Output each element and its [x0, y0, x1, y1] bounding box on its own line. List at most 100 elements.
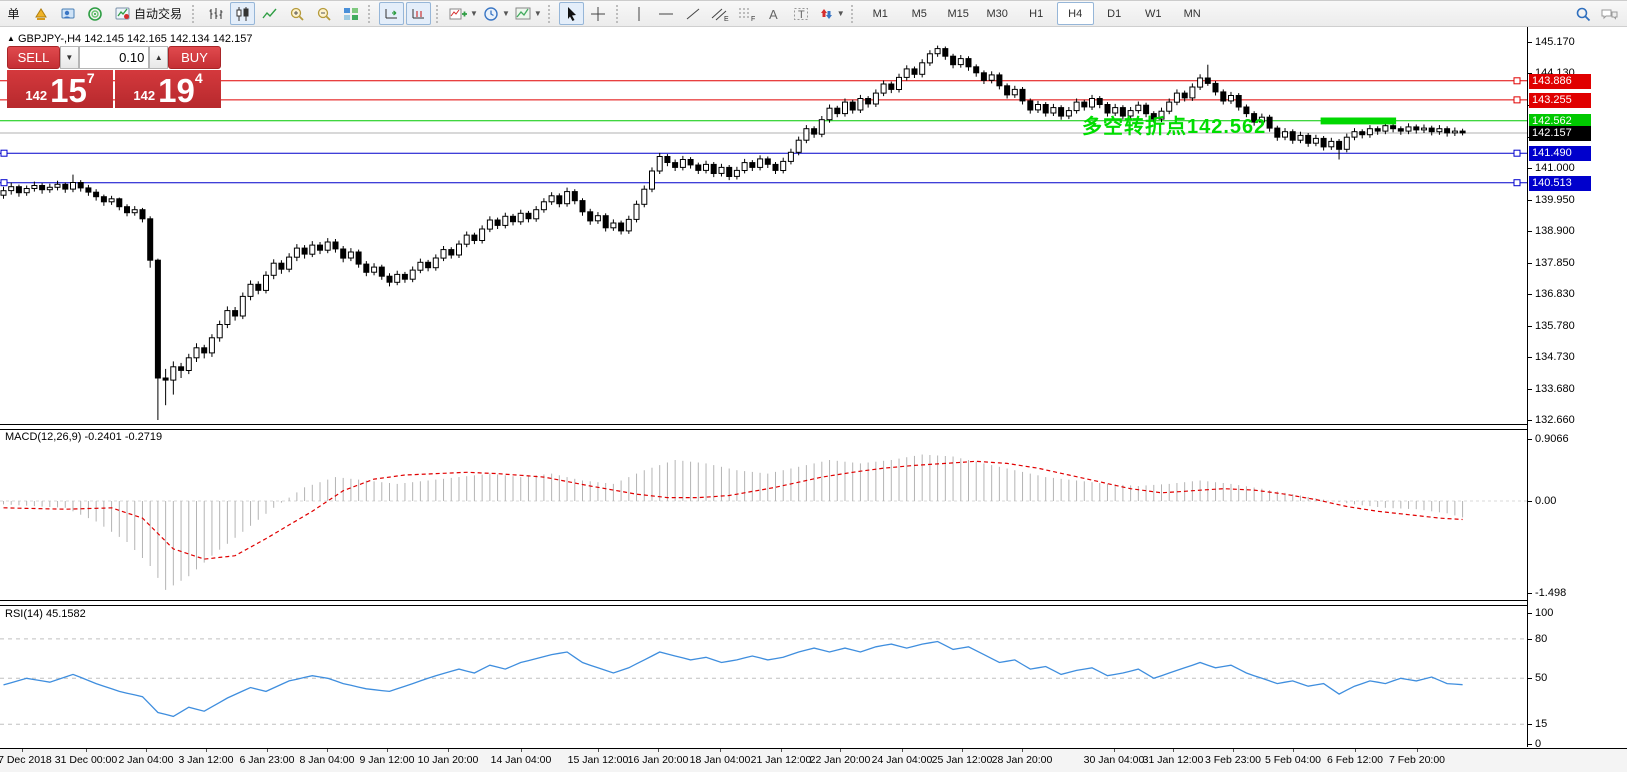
time-tick-mark	[1022, 749, 1023, 752]
panel-divider[interactable]	[0, 424, 1527, 430]
time-tick-mark	[902, 749, 903, 752]
time-tick-label: 8 Jan 04:00	[300, 754, 355, 766]
time-tick-label: 18 Jan 04:00	[690, 754, 751, 766]
main-chart-canvas[interactable]	[0, 27, 1527, 424]
fibonacci-icon[interactable]: F	[735, 2, 760, 25]
time-tick-mark	[22, 749, 23, 752]
sell-price-panel[interactable]: 142 15 7	[7, 70, 113, 108]
pivot-annotation[interactable]: 多空转折点142.562	[1082, 110, 1266, 139]
volume-increase-button[interactable]: ▲	[149, 46, 168, 69]
strategy-tester-icon[interactable]	[82, 2, 107, 25]
tab-tf-H1[interactable]: H1	[1018, 2, 1055, 25]
time-tick-mark	[720, 749, 721, 752]
tab-tf-M1[interactable]: M1	[862, 2, 899, 25]
chart-plot-area[interactable]	[0, 27, 1527, 748]
time-tick-label: 10 Jan 20:00	[418, 754, 479, 766]
time-tick-label: 15 Jan 12:00	[568, 754, 629, 766]
horizontal-line-icon[interactable]	[654, 2, 679, 25]
ohlc-values: 142.145 142.165 142.134 142.157	[84, 33, 252, 45]
main-toolbar: 单 自动交易 ▼ ▼ ▼ E F A T ▼	[0, 1, 1627, 27]
volume-input[interactable]: 0.10	[79, 46, 150, 69]
time-tick-mark	[1293, 749, 1294, 752]
time-tick-mark	[1233, 749, 1234, 752]
text-icon[interactable]: A	[762, 2, 787, 25]
svg-text:F: F	[751, 16, 755, 23]
time-tick-mark	[962, 749, 963, 752]
price-axis[interactable]: 145.170144.130143.070142.020141.000139.9…	[1528, 27, 1627, 748]
sell-price-prefix: 142	[25, 88, 47, 103]
autotrading-button[interactable]: 自动交易	[109, 2, 187, 25]
buy-label: BUY	[181, 50, 208, 65]
search-icon[interactable]	[1570, 2, 1595, 25]
line-chart-icon[interactable]	[257, 2, 282, 25]
time-tick-label: 5 Feb 04:00	[1265, 754, 1321, 766]
time-tick-mark	[658, 749, 659, 752]
time-tick-mark	[521, 749, 522, 752]
svg-text:T: T	[798, 9, 805, 21]
indicators-icon[interactable]: ▼	[447, 2, 479, 25]
bar-chart-icon[interactable]	[203, 2, 228, 25]
zoom-in-icon[interactable]	[284, 2, 309, 25]
time-tick-label: 28 Jan 20:00	[992, 754, 1053, 766]
sell-price-big: 15	[50, 76, 87, 106]
time-tick-mark	[146, 749, 147, 752]
rsi-canvas[interactable]	[0, 605, 1527, 747]
time-tick-mark	[267, 749, 268, 752]
new-order-button[interactable]: 单	[1, 2, 26, 25]
tab-tf-H4[interactable]: H4	[1057, 2, 1094, 25]
time-tick-label: 6 Feb 12:00	[1327, 754, 1383, 766]
chart-shift-icon[interactable]	[406, 2, 431, 25]
trendline-icon[interactable]	[681, 2, 706, 25]
toolbar-grip	[192, 5, 198, 23]
candlestick-chart-icon[interactable]	[230, 2, 255, 25]
tile-windows-icon[interactable]	[338, 2, 363, 25]
time-tick-label: 2 Jan 04:00	[119, 754, 174, 766]
time-tick-label: 16 Jan 20:00	[628, 754, 689, 766]
time-tick-label: 31 Dec 00:00	[55, 754, 117, 766]
time-tick-label: 24 Jan 04:00	[872, 754, 933, 766]
tab-tf-D1[interactable]: D1	[1096, 2, 1133, 25]
market-watch-icon[interactable]	[28, 2, 53, 25]
macd-canvas[interactable]	[0, 429, 1527, 600]
time-tick-mark	[598, 749, 599, 752]
text-label-icon[interactable]: T	[789, 2, 814, 25]
svg-text:E: E	[724, 16, 729, 23]
time-axis[interactable]: 27 Dec 201831 Dec 00:002 Jan 04:003 Jan …	[0, 748, 1627, 772]
tab-tf-M30[interactable]: M30	[979, 2, 1016, 25]
buy-price-panel[interactable]: 142 19 4	[115, 70, 221, 108]
terminal-icon[interactable]	[55, 2, 80, 25]
buy-button[interactable]: BUY	[168, 46, 221, 69]
crosshair-icon[interactable]	[586, 2, 611, 25]
equidistant-channel-icon[interactable]: E	[708, 2, 733, 25]
tab-tf-W1[interactable]: W1	[1135, 2, 1172, 25]
tab-tf-M15[interactable]: M15	[940, 2, 977, 25]
arrows-icon[interactable]: ▼	[816, 2, 846, 25]
time-tick-label: 21 Jan 12:00	[751, 754, 812, 766]
time-tick-mark	[1417, 749, 1418, 752]
toolbar-grip	[368, 5, 374, 23]
periods-icon[interactable]: ▼	[481, 2, 511, 25]
time-tick-mark	[448, 749, 449, 752]
vertical-line-icon[interactable]	[627, 2, 652, 25]
time-tick-label: 14 Jan 04:00	[491, 754, 552, 766]
sell-button[interactable]: SELL	[7, 46, 60, 69]
time-tick-mark	[1355, 749, 1356, 752]
price-line-label: 140.513	[1529, 176, 1591, 191]
buy-price-pip: 4	[195, 70, 203, 86]
panel-divider[interactable]	[0, 600, 1527, 606]
volume-decrease-button[interactable]: ▼	[60, 46, 79, 69]
tab-tf-M5[interactable]: M5	[901, 2, 938, 25]
mt4-window: 单 自动交易 ▼ ▼ ▼ E F A T ▼	[0, 0, 1627, 772]
time-tick-mark	[387, 749, 388, 752]
zoom-out-icon[interactable]	[311, 2, 336, 25]
chat-icon[interactable]	[1597, 2, 1622, 25]
sell-price-pip: 7	[87, 70, 95, 86]
time-tick-label: 22 Jan 20:00	[810, 754, 871, 766]
templates-icon[interactable]: ▼	[513, 2, 543, 25]
tab-tf-MN[interactable]: MN	[1174, 2, 1211, 25]
cursor-icon[interactable]	[559, 2, 584, 25]
auto-scroll-icon[interactable]	[379, 2, 404, 25]
time-tick-mark	[840, 749, 841, 752]
toolbar-grip	[616, 5, 622, 23]
collapse-arrow-icon[interactable]: ▲	[7, 34, 15, 43]
